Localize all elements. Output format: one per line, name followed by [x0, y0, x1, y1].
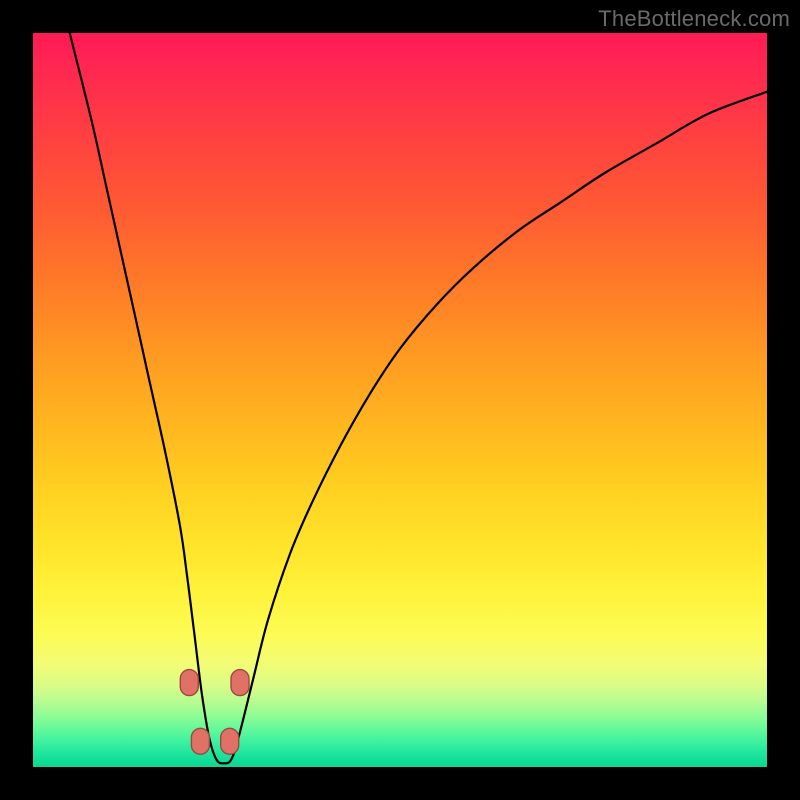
curve-marker: [231, 670, 249, 696]
curve-marker: [191, 728, 209, 754]
watermark-text: TheBottleneck.com: [598, 6, 790, 32]
bottleneck-curve: [70, 33, 767, 763]
chart-frame: TheBottleneck.com: [0, 0, 800, 800]
plot-area: [33, 33, 767, 767]
curve-svg: [33, 33, 767, 767]
curve-markers: [180, 670, 249, 755]
curve-marker: [221, 728, 239, 754]
curve-marker: [180, 670, 198, 696]
